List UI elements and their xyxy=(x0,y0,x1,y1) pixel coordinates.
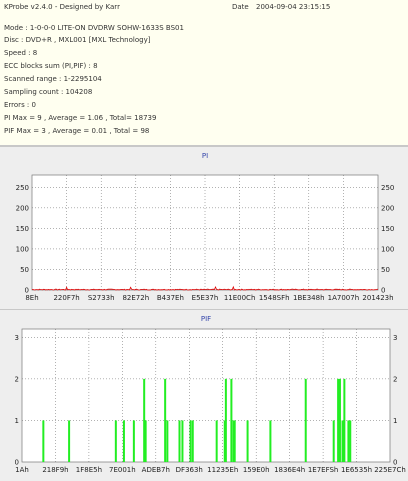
pif-x-tick-label: ADEB7h xyxy=(142,466,170,474)
pi-title: PI xyxy=(202,152,208,160)
pif-x-tick-label: 1E6535h xyxy=(341,466,372,474)
pif-bar xyxy=(224,378,227,462)
pi-y-tick-right: 50 xyxy=(381,266,390,274)
pif-bar xyxy=(304,378,307,462)
date-value: 2004-09-04 23:15:15 xyxy=(256,3,331,11)
pif-x-tick-label: 11235Eh xyxy=(207,466,238,474)
pif-bar xyxy=(178,420,181,462)
info-line-speed: Speed : 8 xyxy=(4,49,38,57)
app-title: KProbe v2.4.0 - Designed by Karr xyxy=(4,3,120,11)
pif-bar xyxy=(343,378,346,462)
pif-chart: PIF0 01 12 23 31Ah 218F9h 1F8E5h 7E001h ADEB7h DF… xyxy=(15,315,406,474)
pif-bar xyxy=(42,420,45,462)
info-line-ecc: ECC blocks sum (PI,PIF) : 8 xyxy=(4,62,98,70)
pif-bar xyxy=(269,420,272,462)
pif-x-tick-label: 159E0h xyxy=(243,466,270,474)
pi-x-tick-label: E5E37h xyxy=(192,294,219,302)
pif-bar xyxy=(246,420,249,462)
pi-y-tick-left: 250 xyxy=(16,184,29,192)
pif-x-tick-label: 225E7Ch xyxy=(374,466,406,474)
info-line-pi-summary: PI Max = 9 , Average = 1.06 , Total= 187… xyxy=(4,114,157,122)
pif-bar xyxy=(349,420,352,462)
pif-y-tick-right: 2 xyxy=(393,375,397,383)
pi-x-tick-label: 1548SFh xyxy=(259,294,290,302)
pi-y-tick-left: 200 xyxy=(16,204,29,212)
pif-title: PIF xyxy=(201,315,211,323)
pi-y-tick-left: 50 xyxy=(20,266,29,274)
pi-x-tick-label: S2733h xyxy=(88,294,115,302)
pif-y-tick-right: 1 xyxy=(393,417,397,425)
pi-x-tick-label: 8Eh xyxy=(25,294,38,302)
info-line-disc: Disc : DVD+R , MXL001 [MXL Technology] xyxy=(4,36,151,44)
pif-bar xyxy=(347,420,350,462)
pif-bar xyxy=(189,420,192,462)
pif-bar xyxy=(338,378,341,462)
pi-chart: PI0 050 50100 100150 150200 200250 2508Eh 220F7… xyxy=(16,152,395,302)
pif-plot-area xyxy=(21,328,391,463)
pif-y-tick-left: 1 xyxy=(15,417,19,425)
pif-bar xyxy=(164,378,167,462)
pi-x-tick-label: 11E00Ch xyxy=(224,294,256,302)
pi-x-tick-label: 1A7007h xyxy=(328,294,360,302)
pi-y-tick-right: 250 xyxy=(381,184,394,192)
pif-y-tick-left: 3 xyxy=(15,334,19,342)
date-label: Date xyxy=(232,3,249,11)
pif-bar xyxy=(230,378,233,462)
pif-bar xyxy=(166,420,169,462)
pif-bar xyxy=(191,420,194,462)
pif-bar xyxy=(144,420,147,462)
pi-y-tick-left: 150 xyxy=(16,225,29,233)
pi-y-tick-right: 150 xyxy=(381,225,394,233)
pif-y-tick-right: 3 xyxy=(393,334,397,342)
pi-x-tick-label: 201423h xyxy=(362,294,393,302)
info-line-errors: Errors : 0 xyxy=(4,101,36,109)
disc-info-header: KProbe v2.4.0 - Designed by Karr Date 20… xyxy=(0,0,408,146)
info-line-range: Scanned range : 1-2295104 xyxy=(4,75,102,83)
pif-x-tick-label: 1E7EFSh xyxy=(308,466,339,474)
pi-y-tick-right: 200 xyxy=(381,204,394,212)
pi-x-tick-label: 82E72h xyxy=(122,294,149,302)
pif-x-tick-label: 7E001h xyxy=(109,466,136,474)
pif-x-tick-label: 1F8E5h xyxy=(76,466,102,474)
pif-x-tick-label: DF363h xyxy=(176,466,203,474)
pif-chart-panel: PIF 0 0 1 1 2 2 3 3 1Ah 218F9h 1F8E5h 7E001h ADEB7h DF… xyxy=(0,309,408,481)
pif-x-tick-label: 1836E4h xyxy=(274,466,305,474)
pif-bar xyxy=(332,420,335,462)
pi-y-tick-right: 100 xyxy=(381,245,394,253)
pif-bar xyxy=(341,420,344,462)
pi-y-tick-left: 100 xyxy=(16,245,29,253)
info-line-sampling: Sampling count : 104208 xyxy=(4,88,93,96)
pi-chart-panel: PI 0 0 50 50 100 100 150 150 200 200 250 250 8Eh 220F7… xyxy=(0,146,408,309)
pif-x-tick-label: 218F9h xyxy=(42,466,68,474)
pif-x-tick-label: 1Ah xyxy=(15,466,29,474)
pif-bar xyxy=(68,420,71,462)
pif-bar xyxy=(337,378,340,462)
pif-bar xyxy=(233,420,236,462)
pif-bar xyxy=(114,420,117,462)
pif-bar xyxy=(181,420,184,462)
info-line-mode: Mode : 1-0-0-0 LITE-ON DVDRW SOHW-1633S … xyxy=(4,24,184,32)
pif-bar xyxy=(215,420,218,462)
pif-bar xyxy=(132,420,135,462)
pi-x-tick-label: B437Eh xyxy=(157,294,184,302)
info-line-pif-summary: PIF Max = 3 , Average = 0.01 , Total = 9… xyxy=(4,127,150,135)
pif-y-tick-left: 2 xyxy=(15,375,19,383)
pi-x-tick-label: 220F7h xyxy=(53,294,79,302)
pif-bar xyxy=(122,420,125,462)
pi-x-tick-label: 1BE348h xyxy=(293,294,324,302)
